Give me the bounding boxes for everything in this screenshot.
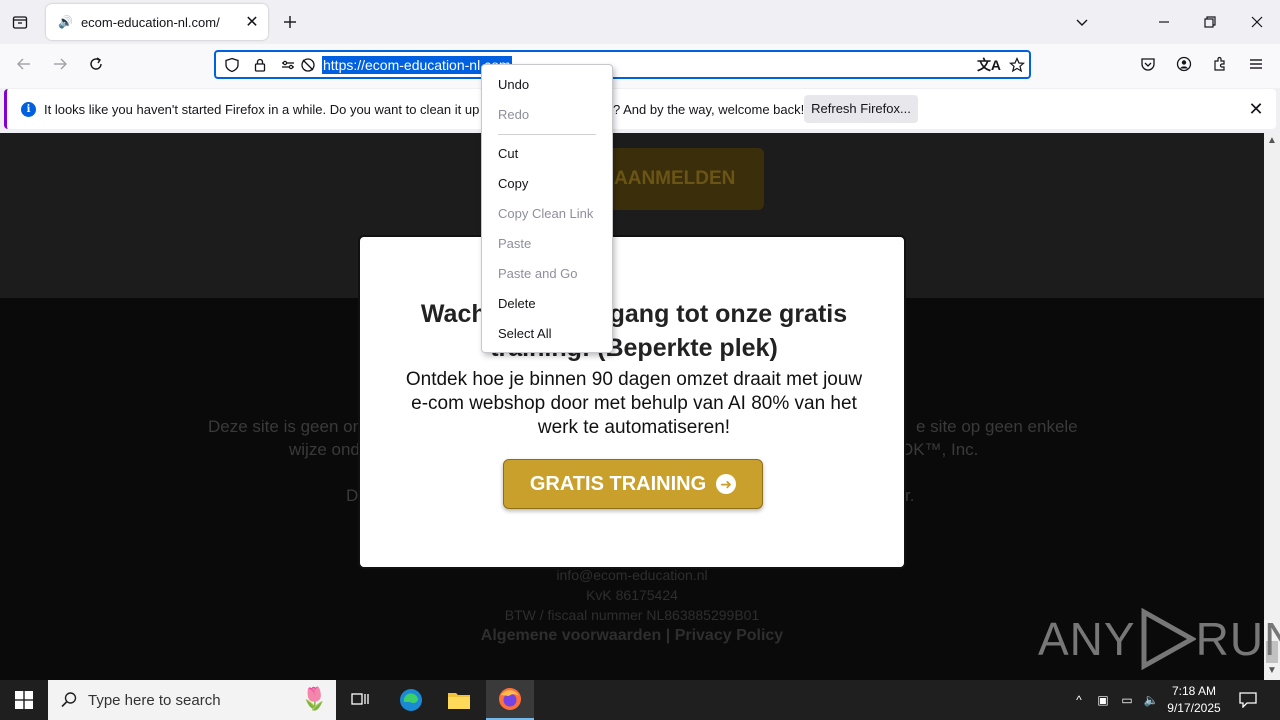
- footer-links: Algemene voorwaarden | Privacy Policy: [382, 627, 882, 645]
- taskbar-search-box[interactable]: Type here to search 🌷: [48, 680, 336, 720]
- tab-active[interactable]: 🔊 ecom-education-nl.com/ ✕: [46, 4, 268, 40]
- tab-list-icon[interactable]: [4, 6, 36, 38]
- show-hidden-icons-icon[interactable]: ^: [1068, 680, 1090, 720]
- disclaimer-text-left-2: wijze ond: [289, 440, 360, 459]
- restore-icon[interactable]: [1194, 6, 1226, 38]
- windows-start-icon[interactable]: [0, 680, 48, 720]
- menu-item-paste-and-go: Paste and Go: [498, 266, 578, 281]
- arrow-right-circle-icon: ➜: [716, 474, 737, 494]
- modal-headline: Wach gang tot onze gratis training! (Bepe…: [390, 297, 878, 365]
- footer-separator: |: [665, 627, 671, 644]
- cta-label: GRATIS TRAINING: [529, 472, 707, 495]
- bookmark-star-icon[interactable]: [1001, 49, 1033, 81]
- search-icon: [61, 692, 77, 708]
- notifications-icon[interactable]: [1234, 680, 1262, 720]
- search-placeholder: Type here to search: [88, 691, 221, 709]
- training-popup-modal: Wach gang tot onze gratis training! (Bepe…: [358, 235, 906, 569]
- footer-btw: BTW / fiscaal nummer NL863885299B01: [504, 607, 760, 623]
- reload-icon[interactable]: [80, 48, 112, 80]
- meet-now-icon[interactable]: ▣: [1092, 680, 1114, 720]
- footer-kvk: KvK 86175424: [586, 587, 678, 603]
- windows-taskbar: Type here to search 🌷 ^ ▣ ▭ 🔈 7:18 AM 9/…: [0, 680, 1280, 720]
- page-scrollbar[interactable]: ▲ ▼: [1264, 133, 1280, 680]
- pocket-icon[interactable]: [1132, 48, 1164, 80]
- back-icon[interactable]: [8, 48, 40, 80]
- notification-message-right: ? And by the way, welcome back!: [613, 101, 805, 117]
- close-notification-icon[interactable]: ✕: [1244, 97, 1268, 121]
- menu-item-paste: Paste: [498, 236, 532, 251]
- privacy-policy-link[interactable]: Privacy Policy: [675, 627, 784, 644]
- watermark-text-right: RUN: [1195, 613, 1280, 665]
- new-tab-icon[interactable]: [274, 6, 306, 38]
- list-all-tabs-icon[interactable]: [1066, 6, 1098, 38]
- anyrun-watermark-logo: ANY RUN: [1038, 606, 1280, 672]
- firefox-taskbar-icon[interactable]: [486, 680, 534, 720]
- firefox-refresh-notification: i It looks like you haven't started Fire…: [4, 89, 1276, 129]
- account-icon[interactable]: [1168, 48, 1200, 80]
- disclaimer-text-left-3: D: [346, 486, 359, 505]
- browser-titlebar: 🔊 ecom-education-nl.com/ ✕: [0, 0, 1280, 44]
- play-triangle-icon: [1141, 608, 1196, 670]
- gratis-training-button[interactable]: GRATIS TRAINING ➜: [503, 459, 763, 509]
- modal-subtext: Ontdek hoe je binnen 90 dagen omzet draa…: [405, 369, 863, 438]
- menu-icon[interactable]: [1240, 48, 1272, 80]
- menu-item-cut[interactable]: Cut: [482, 139, 612, 169]
- speaker-icon[interactable]: 🔊: [58, 15, 73, 29]
- disclaimer-text-right-1: e site op geen enkele: [916, 417, 1078, 436]
- url-context-menu: Undo Redo Cut Copy Copy Clean Link Paste…: [481, 64, 613, 353]
- menu-item-undo[interactable]: Undo: [482, 70, 612, 100]
- refresh-firefox-button[interactable]: Refresh Firefox...: [804, 95, 918, 123]
- disclaimer-text-left-1: Deze site is geen onc: [208, 417, 371, 436]
- menu-item-select-all[interactable]: Select All: [482, 319, 612, 349]
- headline-part-left: Wach: [420, 300, 487, 328]
- headline-part-right: gang tot onze gratis: [609, 300, 848, 328]
- file-explorer-icon[interactable]: [435, 680, 483, 720]
- menu-item-copy[interactable]: Copy: [482, 169, 612, 199]
- notification-message-left: It looks like you haven't started Firefo…: [44, 101, 494, 117]
- search-highlight-flowers-icon: 🌷: [300, 686, 328, 711]
- info-icon: i: [21, 101, 36, 117]
- menu-item-copy-clean-link: Copy Clean Link: [498, 206, 594, 221]
- clock-date: 9/17/2025: [1167, 701, 1221, 715]
- forward-icon[interactable]: [44, 48, 76, 80]
- extensions-icon[interactable]: [1204, 48, 1236, 80]
- task-view-icon[interactable]: [336, 680, 384, 720]
- menu-item-redo: Redo: [498, 107, 530, 122]
- minimize-icon[interactable]: [1148, 6, 1180, 38]
- terms-link[interactable]: Algemene voorwaarden: [481, 627, 662, 644]
- scroll-up-icon[interactable]: ▲: [1267, 135, 1277, 146]
- disclaimer-text-right-2: OK™, Inc.: [900, 440, 979, 459]
- tab-close-icon[interactable]: ✕: [240, 12, 264, 32]
- edge-browser-icon[interactable]: [387, 680, 435, 720]
- footer-email[interactable]: info@ecom-education.nl: [432, 567, 832, 583]
- close-window-icon[interactable]: [1241, 6, 1273, 38]
- network-icon[interactable]: ▭: [1116, 680, 1138, 720]
- tab-title: ecom-education-nl.com/: [80, 14, 220, 30]
- menu-item-delete[interactable]: Delete: [482, 289, 612, 319]
- disclaimer-text-right-3: r.: [905, 486, 915, 505]
- autoplay-blocked-icon[interactable]: [292, 49, 324, 81]
- menu-separator: [498, 134, 596, 135]
- watermark-text-left: ANY: [1038, 613, 1136, 665]
- system-clock[interactable]: 7:18 AM 9/17/2025: [1158, 683, 1230, 717]
- clock-time: 7:18 AM: [1171, 684, 1217, 698]
